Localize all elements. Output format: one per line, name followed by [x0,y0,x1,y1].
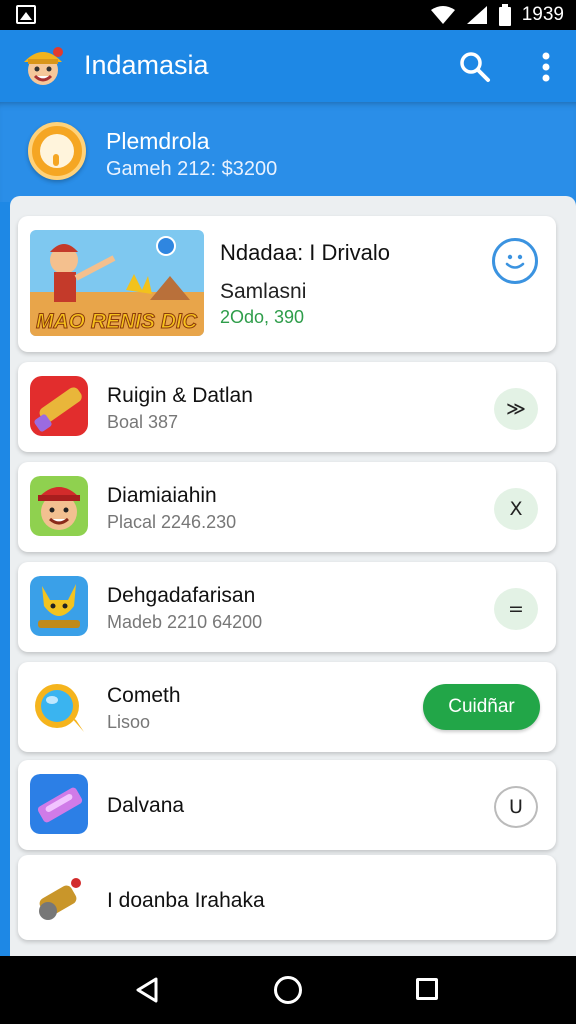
featured-meta: 2Odo, 390 [220,307,305,327]
wifi-icon [430,6,455,24]
item-subtitle: Boal 387 [107,412,179,432]
item-title: Dalvana [107,794,185,817]
app-title: Indamasia [84,50,209,80]
back-icon[interactable] [134,976,160,1004]
list-item[interactable]: Dehgadafarisan Madeb 2210 64200 = [18,562,556,652]
featured-title: Ndadaa: I Drivalo [220,240,390,265]
list-item[interactable]: Diamiaiahin Placal 2246.230 X [18,462,556,552]
search-icon[interactable] [456,48,494,86]
home-icon[interactable] [274,976,302,1004]
status-icons: 1939 [430,3,564,27]
cat-character-icon [30,576,88,636]
clock: 1939 [521,4,564,25]
featured-banner-text: MAO RENIS DIC [36,310,198,333]
item-title: Dehgadafarisan [107,584,256,607]
status-bar: 1939 [0,0,576,30]
item-subtitle: Placal 2246.230 [107,512,237,532]
install-button[interactable]: Cuidñar [423,684,540,730]
red-cap-character-icon [30,476,88,536]
app-logo[interactable] [18,40,68,90]
item-action-button[interactable]: U [494,786,538,828]
list-item[interactable]: Ruigin & Datlan Boal 387 ≫ [18,362,556,452]
featured-subtitle: Samlasni [220,280,307,303]
crystal-icon [30,774,88,834]
featured-banner-image: MAO RENIS DIC [30,230,204,336]
list-item[interactable]: I doanba Irahaka [18,855,556,940]
item-action-button[interactable]: = [494,588,538,630]
recent-apps-icon[interactable] [416,978,438,1000]
list-item[interactable]: Dalvana U [18,760,556,850]
signal-icon [466,6,487,24]
featured-card[interactable]: MAO RENIS DIC Ndadaa: I Drivalo Samlasni… [18,216,556,352]
item-action-button[interactable]: ≫ [494,388,538,430]
smiley-icon[interactable] [492,238,538,284]
profile-name: Plemdrola [106,128,210,154]
coin-icon [28,122,86,180]
cannon-icon [30,376,88,436]
profile-subtitle: Gameh 212: $3200 [106,158,278,180]
app-bar: Indamasia [0,30,576,102]
item-title: I doanba Irahaka [107,889,265,912]
item-title: Ruigin & Datlan [107,384,253,407]
golden-cannon-icon [30,869,88,929]
battery-icon [498,4,511,26]
item-subtitle: Lisoo [107,712,151,732]
list-item[interactable]: Cometh Lisoo Cuidñar [18,662,556,752]
gem-bubble-icon [30,676,88,736]
gallery-icon [16,5,36,24]
profile-banner[interactable]: Plemdrola Gameh 212: $3200 [0,102,576,202]
item-action-button[interactable]: X [494,488,538,530]
item-title: Diamiaiahin [107,484,217,507]
more-vert-icon[interactable] [530,48,562,86]
navigation-bar [0,956,576,1024]
item-subtitle: Madeb 2210 64200 [107,612,263,632]
item-title: Cometh [107,684,181,707]
